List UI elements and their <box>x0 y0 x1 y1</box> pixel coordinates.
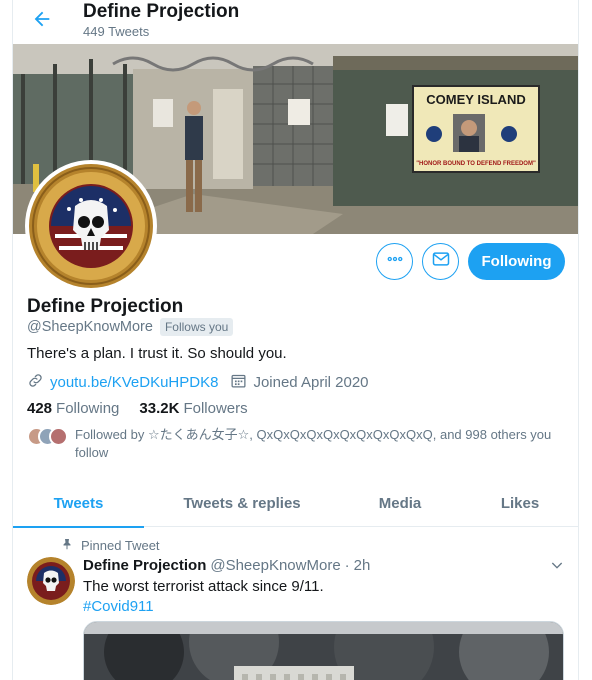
tweet-hashtag[interactable]: #Covid911 <box>83 597 324 617</box>
banner-sign-title: COMEY ISLAND <box>426 92 525 107</box>
tweet-author-avatar[interactable] <box>27 557 75 605</box>
tweet-separator: · <box>344 557 350 574</box>
pin-icon <box>61 538 73 553</box>
message-button[interactable] <box>422 243 459 280</box>
tweet-author-name[interactable]: Define Projection <box>83 557 206 574</box>
followers-count: 33.2K <box>139 400 180 417</box>
followers-label: Followers <box>183 400 248 417</box>
profile-page: Define Projection 449 Tweets COMEY ISLAN… <box>12 0 579 680</box>
top-bar: Define Projection 449 Tweets <box>13 0 578 44</box>
header-title: Define Projection <box>83 1 240 22</box>
back-arrow-icon[interactable] <box>31 8 53 30</box>
profile-meta: youtu.be/KVeDKuHPDK8 Joined April 2020 <box>27 372 369 393</box>
profile-avatar[interactable] <box>25 160 157 292</box>
profile-bio: There's a plan. I trust it. So should yo… <box>27 345 287 362</box>
chevron-down-icon[interactable] <box>549 557 565 578</box>
calendar-icon <box>230 372 247 393</box>
more-options-button[interactable] <box>376 243 413 280</box>
avatar <box>49 427 68 446</box>
followed-by-text: Followed by ☆たくあん女子☆, QxQxQxQxQxQxQxQxQx… <box>75 427 552 460</box>
tweet-author-handle[interactable]: @SheepKnowMore <box>210 557 340 574</box>
followers-stat[interactable]: 33.2K Followers <box>139 400 247 417</box>
handle-row: @SheepKnowMore Follows you <box>27 318 234 336</box>
link-icon <box>27 372 44 393</box>
banner-sign-motto: "HONOR BOUND TO DEFEND FREEDOM" <box>416 161 536 167</box>
tweet-text: The worst terrorist attack since 9/11. <box>83 578 324 595</box>
following-label: Following <box>56 400 120 417</box>
profile-handle: @SheepKnowMore <box>27 319 153 335</box>
profile-name: Define Projection <box>27 296 184 317</box>
more-icon <box>386 250 404 273</box>
tweet-media-image[interactable] <box>83 621 564 680</box>
follow-stats: 428 Following 33.2K Followers <box>27 400 248 417</box>
tweet-time[interactable]: 2h <box>354 557 371 574</box>
pinned-tweet-label: Pinned Tweet <box>61 538 160 553</box>
tab-media[interactable]: Media <box>340 479 460 527</box>
following-stat[interactable]: 428 Following <box>27 400 119 417</box>
profile-tabs: Tweets Tweets & replies Media Likes <box>13 479 578 528</box>
envelope-icon <box>431 249 451 274</box>
tab-tweets-replies[interactable]: Tweets & replies <box>144 479 340 527</box>
followed-by[interactable]: Followed by ☆たくあん女子☆, QxQxQxQxQxQxQxQxQx… <box>27 426 567 462</box>
follower-avatars <box>27 427 71 447</box>
joined-date: Joined April 2020 <box>253 374 369 391</box>
pinned-text: Pinned Tweet <box>81 538 160 553</box>
following-button[interactable]: Following <box>468 243 565 280</box>
following-count: 428 <box>27 400 53 417</box>
tab-tweets[interactable]: Tweets <box>13 479 144 528</box>
follows-you-badge: Follows you <box>159 318 234 336</box>
tweet-body: The worst terrorist attack since 9/11. #… <box>83 577 324 617</box>
tweet-count: 449 Tweets <box>83 24 150 39</box>
tab-likes[interactable]: Likes <box>460 479 578 527</box>
profile-link[interactable]: youtu.be/KVeDKuHPDK8 <box>50 374 218 391</box>
tweet-header: Define Projection @SheepKnowMore · 2h <box>83 557 370 574</box>
